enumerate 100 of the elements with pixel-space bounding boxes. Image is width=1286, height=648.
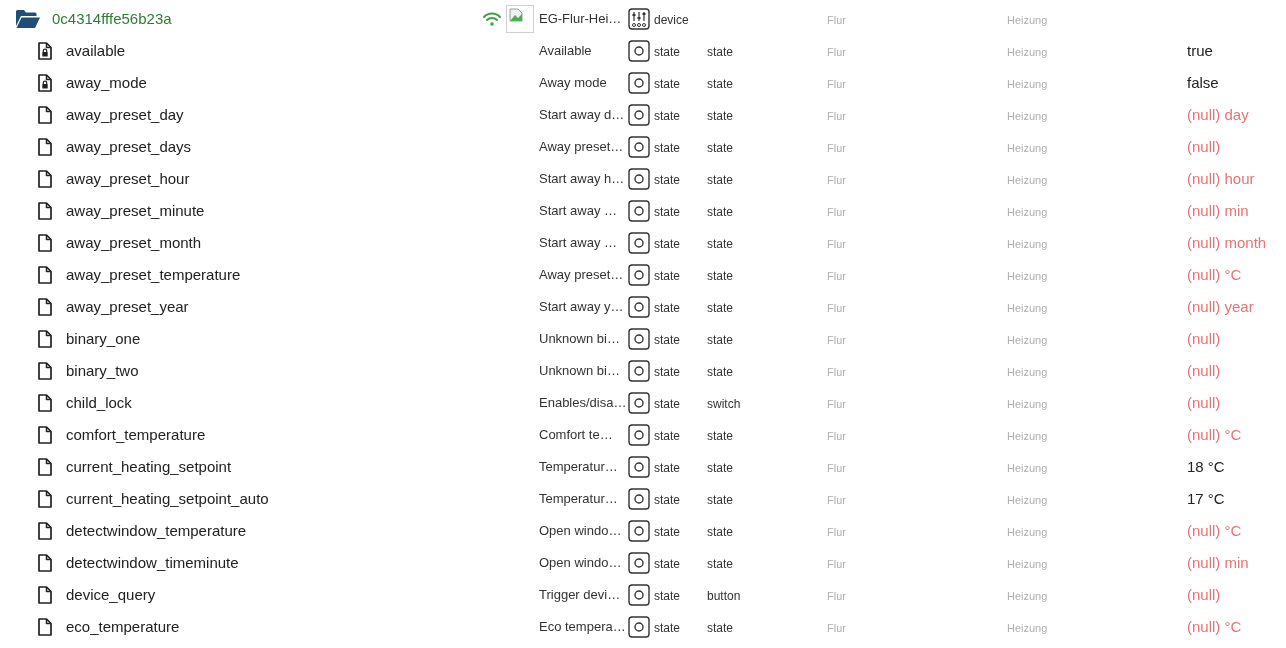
- state-value: (null) min: [1187, 202, 1249, 219]
- object-name: Open windo…: [539, 554, 623, 573]
- state-value: (null) hour: [1187, 170, 1255, 187]
- room-text: Flur: [827, 206, 846, 218]
- object-id[interactable]: away_preset_days: [66, 135, 192, 159]
- object-type: state: [654, 205, 680, 219]
- object-id[interactable]: away_mode: [66, 71, 147, 95]
- object-role: switch: [707, 397, 741, 411]
- object-id[interactable]: child_lock: [66, 391, 132, 415]
- object-id[interactable]: binary_one: [66, 327, 141, 351]
- open-folder-icon[interactable]: [16, 10, 40, 28]
- object-role: state: [707, 525, 733, 539]
- object-id[interactable]: current_heating_setpoint_auto: [66, 487, 269, 511]
- object-name: Unknown bi…: [539, 362, 621, 381]
- state-value: (null) year: [1187, 298, 1254, 315]
- object-type: state: [654, 461, 680, 475]
- object-name: EG-Flur-Hei…: [539, 10, 623, 29]
- object-role: state: [707, 333, 733, 347]
- state-value: (null) °C: [1187, 522, 1242, 539]
- object-name: Away preset…: [539, 266, 625, 285]
- object-type: state: [654, 141, 680, 155]
- function-text: Heizung: [1007, 558, 1048, 570]
- object-id[interactable]: eco_temperature: [66, 615, 180, 639]
- object-role: state: [707, 493, 733, 507]
- room-text: Flur: [827, 590, 846, 602]
- object-name: Eco tempera…: [539, 618, 627, 637]
- object-name: Start away d…: [539, 106, 626, 125]
- room-text: Flur: [827, 622, 846, 634]
- object-name: Trigger devi…: [539, 586, 622, 605]
- object-name: Start away …: [539, 202, 619, 221]
- function-text: Heizung: [1007, 590, 1048, 602]
- state-value: 17 °C: [1187, 490, 1225, 507]
- object-name: Away preset…: [539, 138, 625, 157]
- object-id[interactable]: away_preset_temperature: [66, 263, 241, 287]
- object-name: Start away y…: [539, 298, 625, 317]
- object-type: state: [654, 525, 680, 539]
- function-text: Heizung: [1007, 14, 1048, 26]
- function-text: Heizung: [1007, 366, 1048, 378]
- object-type: state: [654, 365, 680, 379]
- object-type: state: [654, 301, 680, 315]
- state-value: (null) °C: [1187, 618, 1242, 635]
- object-role: state: [707, 365, 733, 379]
- function-text: Heizung: [1007, 622, 1048, 634]
- state-value: (null) day: [1187, 106, 1249, 123]
- state-value: (null): [1187, 330, 1221, 347]
- object-name: Away mode: [539, 74, 608, 93]
- state-value: true: [1187, 42, 1213, 59]
- function-text: Heizung: [1007, 494, 1048, 506]
- object-id[interactable]: comfort_temperature: [66, 423, 206, 447]
- object-id[interactable]: binary_two: [66, 359, 139, 383]
- object-name: Open windo…: [539, 522, 623, 541]
- state-value: false: [1187, 74, 1219, 91]
- room-text: Flur: [827, 558, 846, 570]
- function-text: Heizung: [1007, 398, 1048, 410]
- room-text: Flur: [827, 430, 846, 442]
- object-type: state: [654, 173, 680, 187]
- state-value: 18 °C: [1187, 458, 1225, 475]
- function-text: Heizung: [1007, 526, 1048, 538]
- room-text: Flur: [827, 46, 846, 58]
- object-type: state: [654, 493, 680, 507]
- object-id[interactable]: detectwindow_temperature: [66, 519, 247, 543]
- object-name: Start away h…: [539, 170, 626, 189]
- object-role: state: [707, 173, 733, 187]
- object-type: state: [654, 621, 680, 635]
- broken-image-icon: [509, 8, 523, 22]
- object-type: state: [654, 45, 680, 59]
- object-id[interactable]: away_preset_day: [66, 103, 184, 127]
- object-id[interactable]: away_preset_month: [66, 231, 202, 255]
- object-name: Available: [539, 42, 593, 61]
- object-name: Comfort te…: [539, 426, 614, 445]
- object-id[interactable]: away_preset_hour: [66, 167, 190, 191]
- object-name: Temperatur…: [539, 490, 619, 509]
- object-id[interactable]: away_preset_minute: [66, 199, 205, 223]
- object-role: state: [707, 461, 733, 475]
- object-role: state: [707, 77, 733, 91]
- function-text: Heizung: [1007, 206, 1048, 218]
- object-name: Enables/disa…: [539, 394, 628, 413]
- function-text: Heizung: [1007, 238, 1048, 250]
- sliders-icon: [628, 8, 650, 30]
- object-type: state: [654, 109, 680, 123]
- state-value: (null): [1187, 586, 1221, 603]
- object-role: button: [707, 589, 741, 603]
- object-role: state: [707, 109, 733, 123]
- object-type: state: [654, 429, 680, 443]
- room-text: Flur: [827, 366, 846, 378]
- object-id[interactable]: current_heating_setpoint: [66, 455, 232, 479]
- state-value: (null) °C: [1187, 426, 1242, 443]
- object-id[interactable]: available: [66, 39, 126, 63]
- function-text: Heizung: [1007, 142, 1048, 154]
- state-value: (null) °C: [1187, 266, 1242, 283]
- state-value: (null) min: [1187, 554, 1249, 571]
- object-role: state: [707, 141, 733, 155]
- object-id[interactable]: away_preset_year: [66, 295, 189, 319]
- room-text: Flur: [827, 494, 846, 506]
- object-id[interactable]: 0c4314fffe56b23a: [52, 7, 172, 31]
- object-type: state: [654, 589, 680, 603]
- object-id[interactable]: device_query: [66, 583, 156, 607]
- function-text: Heizung: [1007, 78, 1048, 90]
- function-text: Heizung: [1007, 462, 1048, 474]
- object-id[interactable]: detectwindow_timeminute: [66, 551, 239, 575]
